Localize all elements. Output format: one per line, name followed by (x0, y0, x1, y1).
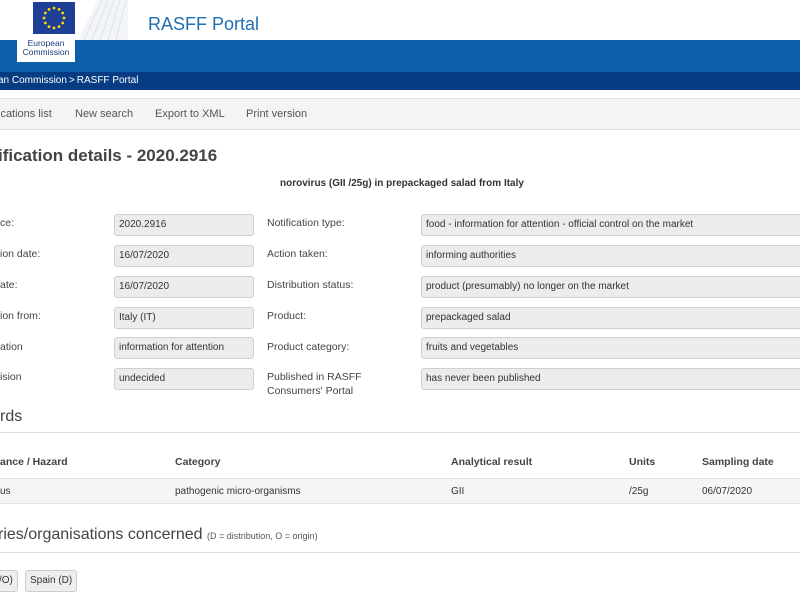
eu-flag-icon (33, 2, 75, 34)
notifications-list-link[interactable]: ications list (0, 108, 52, 120)
breadcrumb-item-commission[interactable]: an Commission (0, 75, 67, 86)
action-taken-label: Action taken: (267, 248, 328, 260)
eu-star-icon (47, 25, 51, 29)
countries-legend-note: (D = distribution, O = origin) (207, 531, 318, 541)
eu-star-icon (57, 7, 61, 11)
table-row (0, 478, 800, 504)
page-title: ification details - 2020.2916 (0, 146, 218, 165)
cell-sampling-date: 06/07/2020 (702, 486, 753, 497)
cell-category: pathogenic micro-organisms (175, 486, 301, 497)
new-search-link[interactable]: New search (75, 108, 133, 120)
eu-star-icon (61, 11, 65, 15)
site-header: European Commission RASFF Portal (0, 0, 800, 62)
product-category-label: Product category: (267, 341, 350, 353)
eu-star-icon (62, 16, 66, 20)
action-taken-field: informing authorities (421, 245, 800, 267)
eu-star-icon (43, 21, 47, 25)
eu-star-icon (43, 11, 47, 15)
hazards-heading: rds (0, 408, 23, 425)
countries-heading: ries/organisations concerned (D = distri… (0, 526, 318, 544)
consumers-portal-label: Published in RASFF Consumers' Portal (267, 370, 362, 398)
eu-star-icon (47, 7, 51, 11)
hazards-divider (0, 432, 800, 433)
column-header-analytical-result: Analytical result (451, 456, 533, 468)
cell-analytical-result: GII (451, 486, 465, 497)
column-header-hazard: ance / Hazard (0, 456, 68, 468)
product-label: Product: (267, 310, 307, 322)
export-xml-link[interactable]: Export to XML (155, 108, 225, 120)
countries-divider (0, 552, 800, 553)
berlaymont-building-graphic (78, 0, 128, 40)
cell-hazard: us (0, 486, 11, 497)
risk-decision-label: ision (0, 371, 22, 383)
notification-date-label: ion date: (0, 248, 41, 260)
consumers-portal-field: has never been published (421, 368, 800, 390)
site-title[interactable]: RASFF Portal (148, 14, 259, 35)
logo-text: European Commission (17, 39, 75, 57)
eu-star-icon (52, 26, 56, 30)
consumers-portal-label-line-1: Published in RASFF (267, 371, 362, 383)
distribution-status-label: Distribution status: (267, 279, 354, 291)
risk-decision-field: undecided (114, 368, 254, 390)
european-commission-logo[interactable]: European Commission (17, 0, 75, 62)
eu-star-icon (52, 6, 56, 10)
reference-field: 2020.2916 (114, 214, 254, 236)
cell-units: /25g (629, 486, 649, 497)
print-version-link[interactable]: Print version (246, 108, 307, 120)
consumers-portal-label-line-2: Consumers' Portal (267, 385, 354, 397)
notification-type-field: food - information for attention - offic… (421, 214, 800, 236)
breadcrumb-separator: > (68, 75, 75, 86)
breadcrumb-item-rasff-portal[interactable]: RASFF Portal (77, 75, 139, 86)
logo-line-2: Commission (22, 47, 70, 57)
column-header-units: Units (629, 456, 656, 468)
column-header-sampling-date: Sampling date (702, 456, 774, 468)
eu-star-icon (57, 25, 61, 29)
action-toolbar: ications list New search Export to XML P… (0, 98, 800, 130)
country-tag-spain[interactable]: Spain (D) (25, 570, 78, 592)
column-header-category: Category (175, 456, 221, 468)
last-update-label: ate: (0, 279, 18, 291)
last-update-field: 16/07/2020 (114, 276, 254, 298)
header-blue-band (0, 40, 800, 72)
eu-star-icon (61, 21, 65, 25)
notification-date-field: 16/07/2020 (114, 245, 254, 267)
reference-label: ce: (0, 217, 15, 229)
notification-type-label: Notification type: (267, 217, 345, 229)
notification-from-label: ion from: (0, 310, 41, 322)
distribution-status-field: product (presumably) no longer on the ma… (421, 276, 800, 298)
product-category-field: fruits and vegetables (421, 337, 800, 359)
country-tag-origin[interactable]: /O) (0, 570, 18, 592)
product-field: prepackaged salad (421, 307, 800, 329)
breadcrumb: an Commission > RASFF Portal (0, 72, 800, 90)
notification-subject: norovirus (GII /25g) in prepackaged sala… (280, 178, 524, 189)
classification-field: information for attention (114, 337, 254, 359)
eu-star-icon (42, 16, 46, 20)
notification-from-field: Italy (IT) (114, 307, 254, 329)
classification-label: ation (0, 341, 23, 353)
countries-heading-text: ries/organisations concerned (0, 526, 203, 543)
